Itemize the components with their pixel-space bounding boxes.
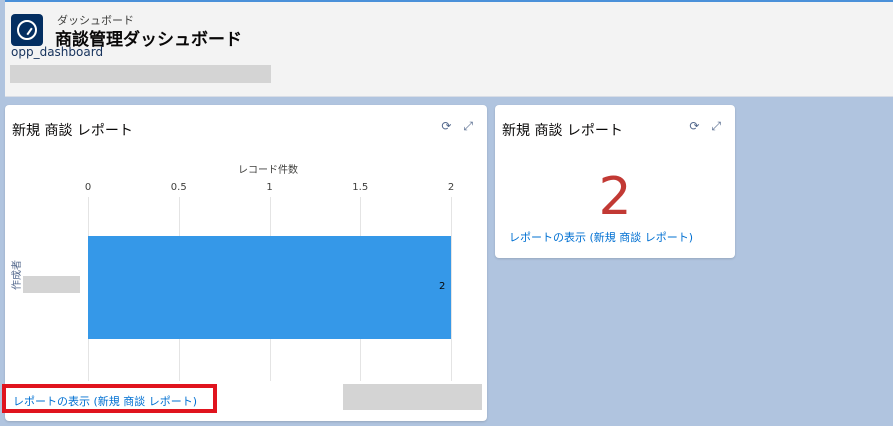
redacted-field bbox=[10, 65, 271, 83]
bar-data-label: 2 bbox=[439, 281, 446, 292]
x-tick-label: 1.5 bbox=[352, 182, 369, 193]
y-axis-title: 作成者 bbox=[12, 260, 23, 290]
x-tick-label: 2 bbox=[447, 182, 455, 193]
card-actions: ⟳ ⤢ bbox=[441, 119, 473, 134]
expand-icon[interactable]: ⤢ bbox=[711, 119, 721, 134]
x-tick-label: 1 bbox=[266, 182, 273, 193]
bar-series-0[interactable] bbox=[88, 236, 451, 339]
x-tick-label: 0 bbox=[84, 182, 92, 193]
view-report-link[interactable]: レポートの表示 (新規 商談 レポート) bbox=[509, 229, 693, 245]
dashboard-api-name: opp_dashboard bbox=[11, 45, 104, 59]
dashboard-header: ダッシュボード 商談管理ダッシュボード opp_dashboard bbox=[5, 0, 893, 97]
metric-card: 新規 商談 レポート ⟳ ⤢ 2 レポートの表示 (新規 商談 レポート) bbox=[495, 105, 735, 258]
expand-icon[interactable]: ⤢ bbox=[463, 119, 473, 134]
metric-value[interactable]: 2 bbox=[495, 167, 735, 227]
y-category-redacted bbox=[23, 276, 80, 293]
refresh-icon[interactable]: ⟳ bbox=[689, 119, 699, 134]
refresh-icon[interactable]: ⟳ bbox=[441, 119, 451, 134]
metric-card-title: 新規 商談 レポート bbox=[502, 123, 623, 139]
redacted-footer bbox=[343, 384, 482, 410]
x-axis-title: レコード件数 bbox=[238, 165, 298, 176]
x-tick-label: 0.5 bbox=[170, 182, 187, 193]
dashboard-app-icon bbox=[11, 14, 43, 46]
gridline bbox=[451, 197, 452, 381]
chart-card: 新規 商談 レポート ⟳ ⤢ レコード件数 0 0.5 1 1.5 2 2 作成者 レポ… bbox=[2, 105, 487, 421]
chart-card-title: 新規 商談 レポート bbox=[12, 123, 133, 139]
card-actions: ⟳ ⤢ bbox=[689, 119, 721, 134]
view-report-link[interactable]: レポートの表示 (新規 商談 レポート) bbox=[13, 393, 197, 409]
